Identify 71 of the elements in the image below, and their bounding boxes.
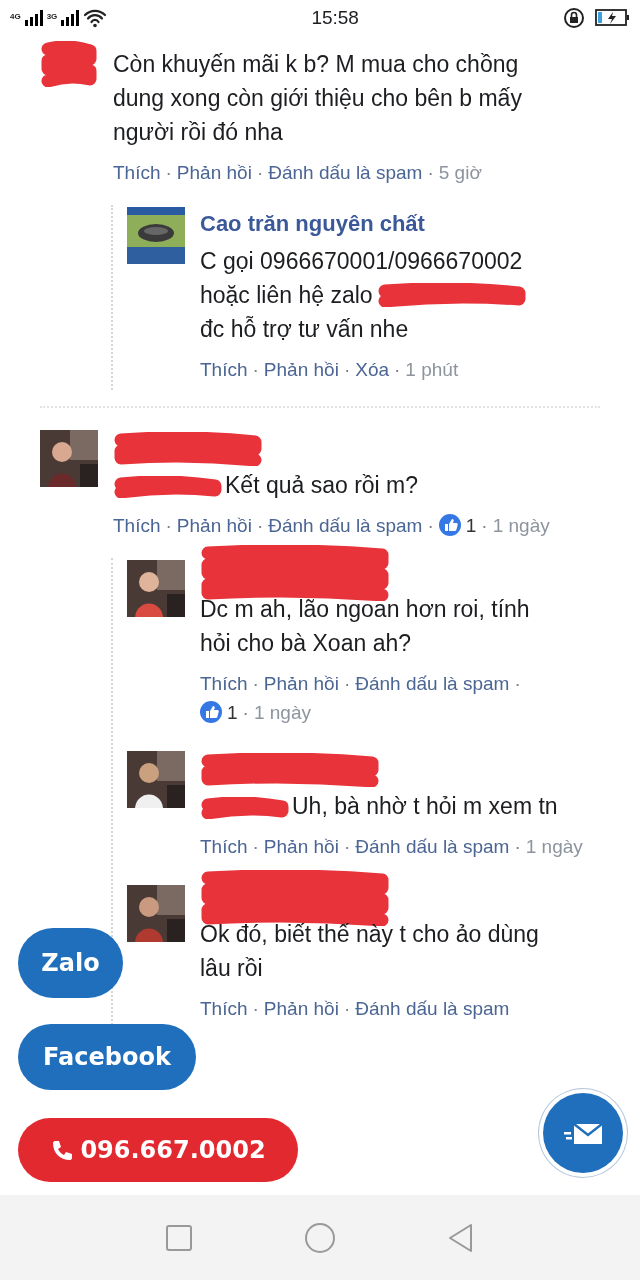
separator-dot: ·	[252, 359, 259, 380]
comment-text: hoặc liên hệ zalo	[200, 281, 373, 310]
separator-dot: ·	[343, 673, 351, 694]
separator-dot: ·	[343, 998, 351, 1019]
separator-dot: ·	[481, 515, 488, 536]
home-icon[interactable]	[304, 1221, 336, 1254]
contact-button[interactable]: Zalo	[18, 928, 123, 998]
action-link[interactable]: Thích	[200, 673, 248, 694]
separator-dot: ·	[256, 162, 264, 183]
action-link[interactable]: Thích	[200, 998, 248, 1019]
reaction-count: 1	[465, 515, 477, 536]
back-icon[interactable]	[446, 1222, 475, 1253]
separator-dot: ·	[165, 515, 172, 536]
comment-time: 1 phút	[405, 359, 459, 380]
like-icon	[200, 701, 222, 723]
action-link[interactable]: Phản hồi	[176, 162, 252, 183]
action-link[interactable]: Đánh dấu là spam	[355, 998, 510, 1019]
separator-dot: ·	[427, 515, 434, 536]
action-link[interactable]: Thích	[200, 359, 248, 380]
network-label: 4G	[10, 11, 21, 21]
wifi-icon	[83, 7, 108, 28]
signal-icon	[24, 9, 43, 26]
author-name[interactable]: Cao trăn nguyên chất	[200, 204, 539, 244]
separator-dot: ·	[252, 673, 259, 694]
comment-time: 5 giờ	[438, 162, 482, 183]
comment-text: Dc m ah, lão ngoan hơn roi, tính hỏi cho bà Xoan ah?	[200, 596, 530, 656]
reaction-count: 1	[227, 702, 238, 723]
battery-icon	[595, 8, 630, 27]
signal-icon	[61, 9, 80, 26]
redaction-scribble	[40, 41, 98, 87]
separator-dot: ·	[514, 673, 521, 694]
rotation-lock-icon	[563, 6, 585, 29]
separator-dot: ·	[252, 836, 259, 857]
separator-dot: ·	[427, 162, 434, 183]
separator-dot: ·	[165, 162, 172, 183]
separator-dot: ·	[256, 515, 264, 536]
separator-dot: ·	[252, 998, 259, 1019]
comment-text: Kết quả sao rồi m?	[225, 472, 419, 498]
comment-time: 1 ngày	[525, 836, 583, 857]
action-link[interactable]: Phản hồi	[263, 359, 339, 380]
action-link[interactable]: Thích	[200, 836, 248, 857]
action-link[interactable]: Đánh dấu là spam	[268, 162, 423, 183]
action-link[interactable]: Đánh dấu là spam	[268, 515, 423, 536]
separator-dot: ·	[242, 702, 249, 723]
separator-dot: ·	[394, 359, 401, 380]
network-label: 3G	[46, 11, 58, 21]
comment-text: Còn khuyến mãi k b? M mua cho chồng dung xong còn giới thiệu cho bên b mấy người rồi đó nha	[113, 51, 522, 145]
like-icon	[438, 514, 461, 536]
action-link[interactable]: Thích	[113, 515, 161, 536]
phone-icon	[50, 1139, 73, 1161]
action-link[interactable]: Đánh dấu là spam	[355, 836, 510, 857]
action-link[interactable]: Đánh dấu là spam	[355, 673, 510, 694]
contact-button[interactable]: Facebook	[18, 1024, 196, 1090]
clock-time: 15:58	[311, 6, 359, 29]
call-button[interactable]: 096.667.0002	[18, 1118, 298, 1182]
comment-text: đc hỗ trợ tư vấn nhe	[200, 315, 409, 344]
separator-dot: ·	[343, 359, 351, 380]
separator-dot: ·	[514, 836, 521, 857]
comment-text: Uh, bà nhờ t hỏi m xem tn	[292, 793, 558, 819]
separator-dot: ·	[343, 836, 351, 857]
comment-text: C gọi 0966670001/0966670002	[200, 247, 523, 276]
action-link[interactable]: Phản hồi	[263, 673, 339, 694]
comment-time: 1 ngày	[253, 702, 311, 723]
action-link[interactable]: Xóa	[355, 359, 389, 380]
action-link[interactable]: Phản hồi	[176, 515, 252, 536]
comment-time: 1 ngày	[492, 515, 550, 536]
action-link[interactable]: Phản hồi	[263, 998, 339, 1019]
recents-icon[interactable]	[165, 1223, 194, 1252]
action-link[interactable]: Phản hồi	[263, 836, 339, 857]
action-link[interactable]: Thích	[113, 162, 161, 183]
comment-text: Ok đó, biết thế này t cho ảo dùng lâu rồi	[200, 921, 539, 981]
